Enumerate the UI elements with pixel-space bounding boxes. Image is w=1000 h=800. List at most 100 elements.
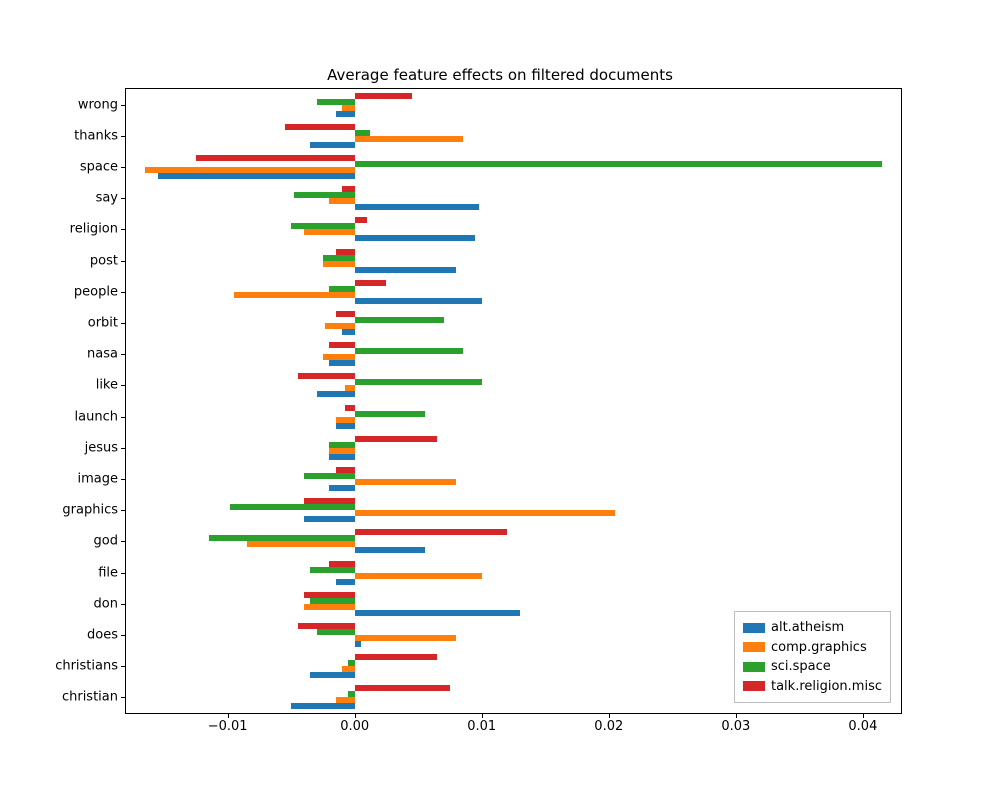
legend-item: sci.space (743, 657, 882, 677)
bar (329, 561, 354, 567)
ytick-mark (121, 479, 126, 480)
bar (355, 436, 438, 442)
bar (336, 467, 355, 473)
ytick-mark (121, 385, 126, 386)
chart-title: Average feature effects on filtered docu… (0, 66, 1000, 84)
xtick-label: −0.01 (208, 713, 248, 734)
ytick-mark (121, 635, 126, 636)
bar (329, 485, 354, 491)
bar (323, 255, 355, 261)
bar (285, 124, 355, 130)
bar (355, 510, 615, 516)
bar (355, 573, 482, 579)
bar (336, 579, 355, 585)
bar (355, 635, 457, 641)
bar (342, 105, 355, 111)
ytick-label: jesus (85, 440, 126, 455)
bar (336, 249, 355, 255)
ytick-mark (121, 229, 126, 230)
ytick-label: religion (70, 222, 126, 237)
bar (145, 167, 355, 173)
bar (329, 442, 354, 448)
bar (348, 691, 354, 697)
ytick-label: launch (75, 409, 126, 424)
bar (329, 448, 354, 454)
bar (329, 286, 354, 292)
bar (355, 267, 457, 273)
bar (355, 411, 425, 417)
bar (355, 298, 482, 304)
bar (304, 516, 355, 522)
legend-label: comp.graphics (771, 638, 867, 658)
bar (323, 261, 355, 267)
ytick-mark (121, 136, 126, 137)
bar (317, 391, 355, 397)
bar (355, 235, 476, 241)
legend-item: talk.religion.misc (743, 677, 882, 697)
bar (336, 697, 355, 703)
bar (317, 99, 355, 105)
ytick-mark (121, 417, 126, 418)
bar (294, 192, 355, 198)
bar (355, 685, 450, 691)
legend-swatch (743, 623, 765, 633)
ytick-label: christians (55, 659, 126, 674)
legend-label: talk.religion.misc (771, 677, 882, 697)
bar (355, 161, 882, 167)
bar (348, 660, 354, 666)
legend: alt.atheismcomp.graphicssci.spacetalk.re… (734, 611, 891, 703)
ytick-label: christian (62, 690, 126, 705)
ytick-label: people (74, 284, 126, 299)
bar (329, 454, 354, 460)
ytick-mark (121, 354, 126, 355)
bar (355, 547, 425, 553)
bar (355, 217, 368, 223)
xtick-label: 0.04 (848, 713, 877, 734)
ytick-mark (121, 510, 126, 511)
legend-swatch (743, 642, 765, 652)
bar (304, 592, 355, 598)
legend-swatch (743, 681, 765, 691)
bar (336, 311, 355, 317)
ytick-label: graphics (62, 503, 126, 518)
bar (298, 623, 355, 629)
bar (355, 204, 480, 210)
bar (355, 136, 463, 142)
bar (342, 666, 355, 672)
bar (158, 173, 355, 179)
bar (355, 379, 482, 385)
bar (298, 373, 355, 379)
ytick-label: space (80, 160, 126, 175)
bar (247, 541, 355, 547)
bar (342, 329, 355, 335)
ytick-mark (121, 573, 126, 574)
bar (355, 348, 463, 354)
bar (355, 93, 412, 99)
bar (323, 354, 355, 360)
bar (291, 703, 355, 709)
xtick-label: 0.00 (340, 713, 369, 734)
legend-label: alt.atheism (771, 618, 844, 638)
chart-figure: Average feature effects on filtered docu… (0, 0, 1000, 800)
bar (304, 498, 355, 504)
ytick-mark (121, 697, 126, 698)
bar (196, 155, 355, 161)
ytick-mark (121, 261, 126, 262)
legend-item: alt.atheism (743, 618, 882, 638)
bar (355, 280, 387, 286)
bar (317, 629, 355, 635)
bar (355, 317, 444, 323)
bar (355, 479, 457, 485)
plot-area: christianchristiansdoesdonfilegodgraphic… (125, 88, 902, 714)
legend-swatch (743, 662, 765, 672)
ytick-mark (121, 167, 126, 168)
ytick-mark (121, 604, 126, 605)
bar (336, 111, 355, 117)
bar (325, 323, 354, 329)
ytick-label: image (78, 472, 127, 487)
ytick-mark (121, 448, 126, 449)
ytick-label: thanks (74, 128, 126, 143)
bar (310, 598, 354, 604)
bar (329, 342, 354, 348)
bar (342, 186, 355, 192)
